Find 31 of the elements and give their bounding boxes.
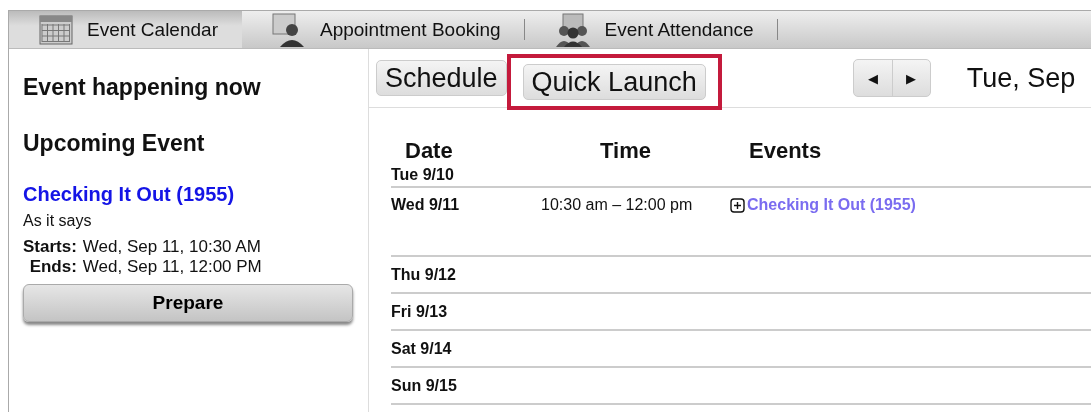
event-description: As it says [23,212,93,230]
schedule-button[interactable]: Schedule [376,60,507,96]
previous-button[interactable]: ◀ [853,60,892,96]
column-header: Events [749,138,823,164]
tab[interactable]: Appointment Booking [241,11,525,48]
time-cell: 10:30 am – 12:00 pm [541,196,693,214]
prepare-button[interactable]: Prepare [23,284,353,322]
next-button[interactable]: ▶ [891,60,930,96]
section-heading: Upcoming Event [23,130,206,157]
event-link[interactable]: Checking It Out (1955) [747,196,916,214]
date-cell-text: Sat 9/14 [391,339,453,358]
starts-label: Starts: [23,237,77,257]
column-header: Date [404,138,454,164]
quick-launch-button[interactable]: Quick Launch [522,64,706,100]
calendar-person-icon [271,12,306,47]
expand-icon[interactable] [730,197,745,213]
calendar-icon [39,14,73,45]
date-cell-text: Sun 9/15 [391,376,458,395]
starts-value: Wed, Sep 11, 10:30 AM [82,237,262,257]
event-link[interactable]: Checking It Out (1955) [23,183,368,206]
section-heading: Event happening now [23,74,262,101]
tab[interactable]: Event Attendance [524,11,778,48]
ends-label: Ends: [28,257,77,277]
ends-value: Wed, Sep 11, 12:00 PM [82,257,262,277]
date-cell-text: Wed 9/11 [391,196,461,214]
date-cell-text: Fri 9/13 [391,302,449,321]
date-cell-text: Thu 9/12 [391,265,457,284]
date-title: Tue, Sep [966,62,1076,94]
tab[interactable]: Event Calendar [9,11,242,48]
date-cell-text: Tue 9/10 [391,166,455,184]
column-header: Time [599,138,652,164]
